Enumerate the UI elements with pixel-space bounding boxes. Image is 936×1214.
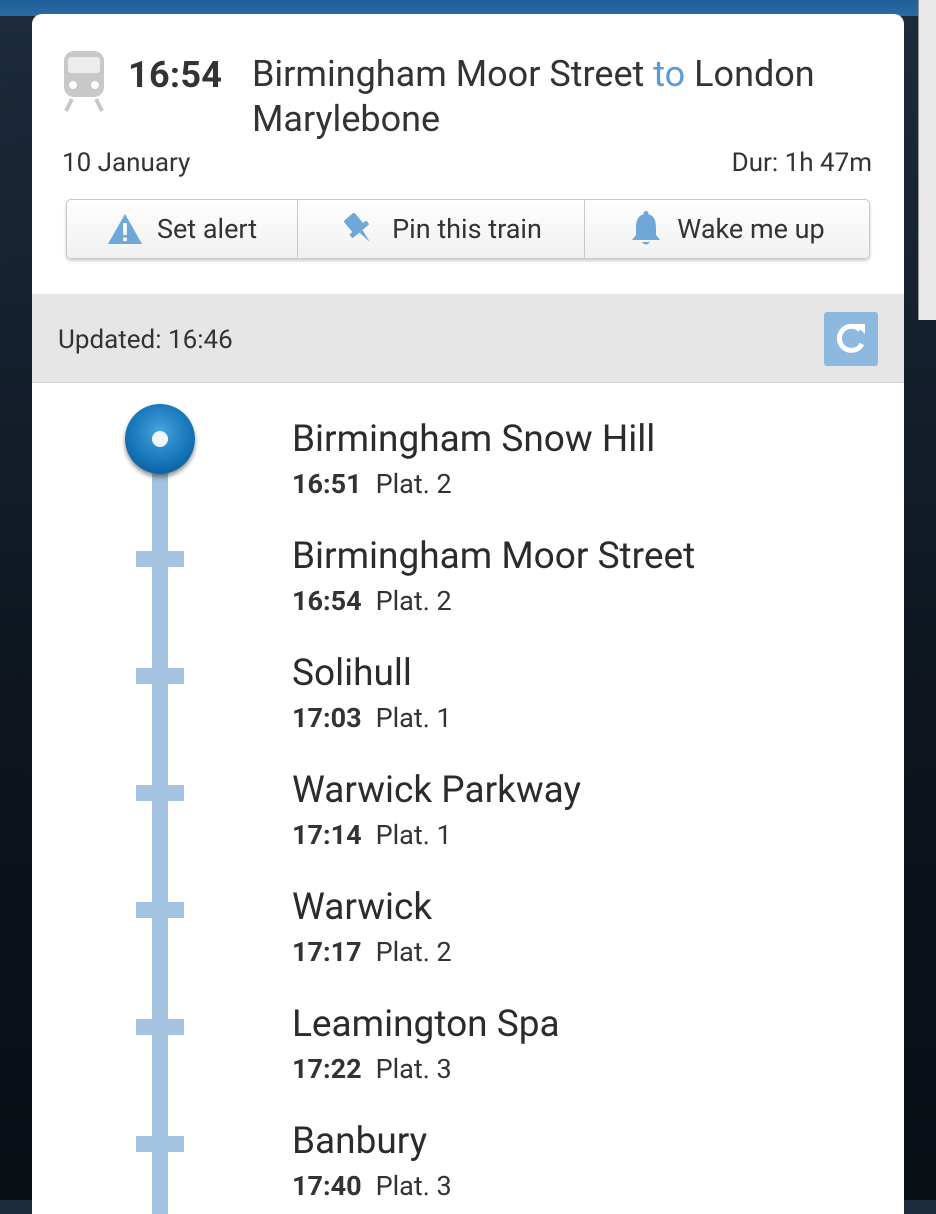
stop-item[interactable]: Warwick Parkway 17:14 Plat. 1 [292,769,581,851]
refresh-icon [836,323,865,353]
stop-time: 17:22 [292,1053,362,1085]
travel-date: 10 January [62,148,191,178]
set-alert-button[interactable]: Set alert [67,200,298,258]
stop-name: Warwick Parkway [292,769,582,812]
departure-time: 16:54 [128,54,223,96]
warning-icon [107,214,142,244]
updated-timestamp: Updated: 16:46 [58,325,233,355]
stop-platform: Plat. 1 [375,702,452,734]
stop-time: 16:54 [292,585,362,617]
pin-train-label: Pin this train [392,213,542,245]
stop-name: Warwick [292,886,433,929]
side-scroll-edge [918,0,936,320]
train-header: 16:54 Birmingham Moor Street to London M… [32,14,904,294]
route-connector: to [653,53,686,95]
stop-time: 17:40 [292,1170,362,1202]
stop-item[interactable]: Birmingham Moor Street 16:54 Plat. 2 [292,535,695,617]
stop-tick [136,1136,184,1152]
origin-station: Birmingham Moor Street [252,53,645,95]
stop-details: 17:22 Plat. 3 [292,1053,560,1085]
bell-icon [632,211,661,245]
wake-me-up-button[interactable]: Wake me up [585,200,869,258]
stop-item[interactable]: Birmingham Snow Hill 16:51 Plat. 2 [292,418,655,500]
stop-platform: Plat. 3 [375,1053,452,1085]
stop-platform: Plat. 2 [375,468,452,500]
stop-details: 16:51 Plat. 2 [292,468,655,500]
train-details-card: 16:54 Birmingham Moor Street to London M… [32,14,904,1214]
stop-name: Birmingham Moor Street [292,535,696,578]
stop-name: Banbury [292,1120,428,1163]
stop-time: 17:17 [292,936,362,968]
route-title: Birmingham Moor Street to London Maryleb… [252,52,892,142]
stop-details: 16:54 Plat. 2 [292,585,695,617]
stop-platform: Plat. 3 [375,1170,452,1202]
stop-details: 17:17 Plat. 2 [292,936,452,968]
set-alert-label: Set alert [156,213,258,245]
stop-tick [136,785,184,801]
refresh-button[interactable] [824,312,878,366]
stop-platform: Plat. 2 [375,585,452,617]
stop-item[interactable]: Leamington Spa 17:22 Plat. 3 [292,1003,560,1085]
stop-name: Leamington Spa [292,1003,560,1046]
stop-time: 17:14 [292,819,362,851]
route-track-line [152,466,168,1214]
stop-details: 17:03 Plat. 1 [292,702,452,734]
stop-tick [136,902,184,918]
stop-item[interactable]: Banbury 17:40 Plat. 3 [292,1120,452,1202]
train-icon [64,51,104,112]
stop-item[interactable]: Solihull 17:03 Plat. 1 [292,652,452,734]
pin-train-button[interactable]: Pin this train [298,200,585,258]
stop-platform: Plat. 2 [375,936,452,968]
current-stop-marker-center [152,431,168,447]
calling-points-timeline: Birmingham Snow Hill 16:51 Plat. 2 Birmin… [32,384,904,1214]
stop-details: 17:14 Plat. 1 [292,819,581,851]
wake-me-up-label: Wake me up [677,213,825,245]
journey-duration: Dur: 1h 47m [731,148,872,178]
stop-name: Birmingham Snow Hill [292,418,656,461]
stop-platform: Plat. 1 [375,819,452,851]
stop-tick [136,1019,184,1035]
stop-item[interactable]: Warwick 17:17 Plat. 2 [292,886,452,968]
stop-details: 17:40 Plat. 3 [292,1170,452,1202]
stop-tick [136,551,184,567]
pin-icon [344,213,371,243]
current-stop-marker [125,404,195,474]
update-status-bar: Updated: 16:46 [32,294,904,383]
stop-tick [136,668,184,684]
action-buttons: Set alert Pin this train Wake me up [66,199,870,259]
stop-time: 16:51 [292,468,362,500]
stop-time: 17:03 [292,702,362,734]
stop-name: Solihull [292,652,412,695]
